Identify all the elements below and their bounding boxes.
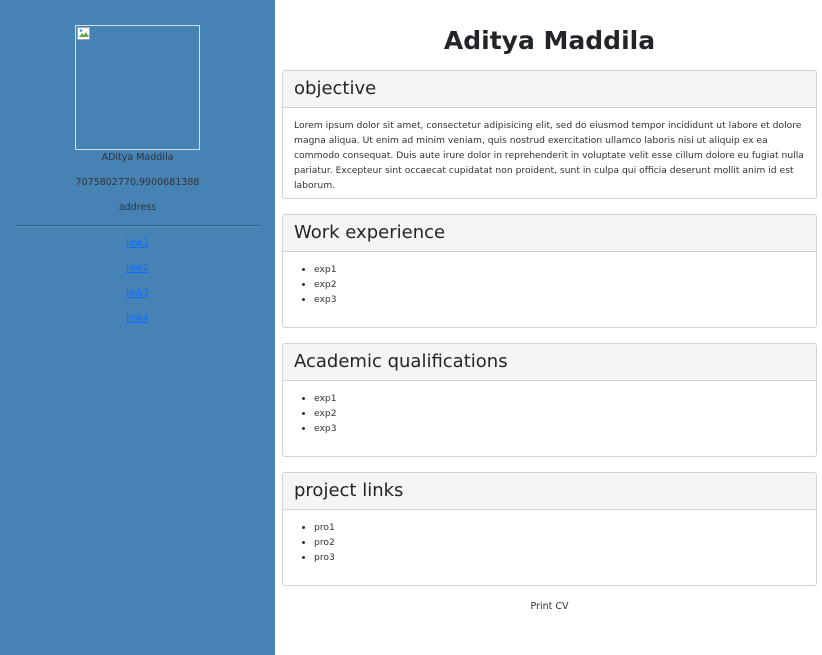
- project-links-card-title: project links: [283, 473, 816, 510]
- list-item: pro3: [314, 550, 805, 565]
- broken-image-icon: [77, 27, 90, 40]
- list-item: exp2: [314, 406, 805, 421]
- sidebar-name: ADitya Maddila: [101, 152, 174, 163]
- sidebar-link-1[interactable]: link1: [0, 238, 275, 250]
- sidebar-phone: 7075802770,9900681388: [75, 177, 200, 188]
- objective-card-body: Lorem ipsum dolor sit amet, consectetur …: [283, 108, 816, 198]
- sidebar-link-3[interactable]: link3: [0, 288, 275, 300]
- list-item: exp1: [314, 262, 805, 277]
- sidebar-address: address: [118, 202, 157, 213]
- list-item: exp3: [314, 421, 805, 436]
- academic-card-title: Academic qualifications: [283, 344, 816, 381]
- work-experience-list: exp1 exp2 exp3: [294, 262, 805, 307]
- list-item: pro1: [314, 520, 805, 535]
- project-links-card-body: pro1 pro2 pro3: [283, 510, 816, 575]
- objective-card: objective Lorem ipsum dolor sit amet, co…: [282, 70, 817, 199]
- academic-list: exp1 exp2 exp3: [294, 391, 805, 436]
- list-item: pro2: [314, 535, 805, 550]
- academic-card-body: exp1 exp2 exp3: [283, 381, 816, 446]
- objective-card-title: objective: [283, 71, 816, 108]
- objective-text: Lorem ipsum dolor sit amet, consectetur …: [294, 120, 804, 191]
- project-links-list: pro1 pro2 pro3: [294, 520, 805, 565]
- list-item: exp3: [314, 292, 805, 307]
- print-cv-button[interactable]: Print CV: [282, 601, 817, 613]
- sidebar: ADitya Maddila 7075802770,9900681388 add…: [0, 0, 275, 655]
- sidebar-link-4[interactable]: link4: [0, 313, 275, 325]
- academic-card: Academic qualifications exp1 exp2 exp3: [282, 343, 817, 457]
- work-experience-card: Work experience exp1 exp2 exp3: [282, 214, 817, 328]
- project-links-card: project links pro1 pro2 pro3: [282, 472, 817, 586]
- work-experience-card-title: Work experience: [283, 215, 816, 252]
- list-item: exp1: [314, 391, 805, 406]
- sidebar-link-2[interactable]: link2: [0, 263, 275, 275]
- list-item: exp2: [314, 277, 805, 292]
- profile-photo: [75, 25, 200, 150]
- page-title: Aditya Maddila: [443, 26, 656, 55]
- work-experience-card-body: exp1 exp2 exp3: [283, 252, 816, 317]
- sidebar-divider: [15, 225, 260, 227]
